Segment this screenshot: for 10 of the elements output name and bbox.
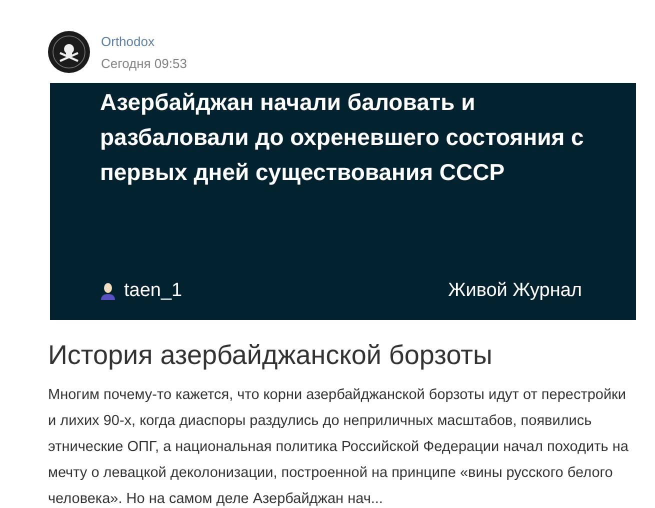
link-preview-card[interactable]: Азербайджан начали баловать и разбаловали до охреневшего состояния с первых дней существования СССР taen_1 Живой Журнал	[50, 83, 636, 320]
article-title[interactable]: История азербайджанской борзоты	[48, 338, 648, 372]
preview-username: taen_1	[124, 280, 182, 302]
user-icon	[100, 282, 116, 300]
article-excerpt: Многим почему-то кажется, что корни азербайджанской борзоты идут от перестройки и лихих 90-х, когда диаспоры раздулись до неприличных масштабов, появились этнические ОПГ, а национальная политика Российской Федерации начал походить на мечту о левацкой деколонизации, построенной на принципе «вины русского белого человека». Но на самом деле Азербайджан нач...	[48, 386, 630, 508]
preview-headline: Азербайджан начали баловать и разбаловали до охреневшего состояния с первых дней существования СССР	[100, 88, 585, 187]
author-link[interactable]: Orthodox	[101, 34, 187, 49]
avatar-icon[interactable]	[48, 31, 90, 73]
preview-source: Живой Журнал	[448, 280, 582, 302]
post-time: Сегодня 09:53	[101, 56, 187, 71]
